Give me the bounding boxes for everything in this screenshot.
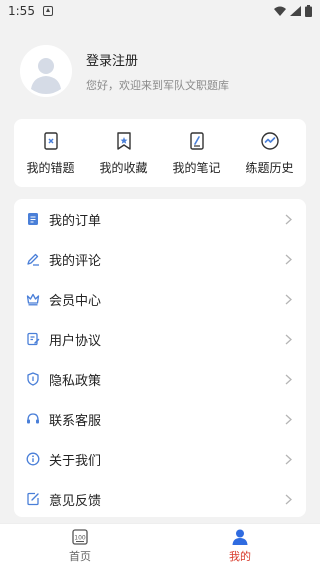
notes-icon	[189, 131, 204, 150]
status-bar: 1:55	[0, 0, 320, 22]
shield-icon	[27, 372, 39, 386]
profile-header[interactable]: 登录注册 您好，欢迎来到军队文职题库	[20, 44, 310, 98]
login-register-link[interactable]: 登录注册	[86, 50, 229, 69]
menu-item-feedback[interactable]: 意见反馈	[14, 479, 306, 519]
crown-icon	[26, 293, 40, 306]
quick-link-label: 我的笔记	[172, 160, 221, 175]
signal-icon	[290, 6, 301, 16]
menu-item-label: 用户协议	[49, 333, 102, 349]
nav-tab-mine[interactable]: 我的	[160, 524, 320, 568]
quick-link-wrong-questions[interactable]: 我的错题	[14, 119, 87, 187]
menu-item-comments[interactable]: 我的评论	[14, 239, 306, 279]
menu-item-label: 我的订单	[49, 213, 102, 229]
quick-links-card: 我的错题 我的收藏 我的笔记 练题历史	[14, 119, 306, 187]
welcome-text: 您好，欢迎来到军队文职题库	[86, 78, 229, 92]
menu-item-label: 联系客服	[49, 413, 102, 429]
chevron-right-icon	[285, 214, 292, 224]
chevron-right-icon	[285, 494, 292, 504]
order-icon	[28, 213, 38, 225]
history-icon	[260, 131, 279, 150]
menu-item-label: 我的评论	[49, 253, 102, 269]
wifi-icon	[274, 6, 286, 16]
chevron-right-icon	[285, 254, 292, 264]
user-icon	[232, 529, 248, 545]
home-score-icon: 100	[72, 529, 88, 545]
menu-list: 我的订单 我的评论 会员中心 用户协议 隐私政策 联系客服 关于我们 意见反馈	[14, 199, 306, 517]
nav-tab-home[interactable]: 100 首页	[0, 524, 160, 568]
chevron-right-icon	[285, 414, 292, 424]
headset-icon	[27, 413, 39, 424]
menu-item-label: 会员中心	[49, 293, 102, 309]
nav-tab-label: 我的	[229, 550, 251, 563]
favorites-icon	[116, 131, 131, 150]
status-time: 1:55	[8, 4, 35, 18]
quick-link-history[interactable]: 练题历史	[233, 119, 306, 187]
agreement-icon	[27, 332, 40, 346]
menu-item-about-us[interactable]: 关于我们	[14, 439, 306, 479]
status-icons	[274, 5, 312, 17]
menu-item-privacy-policy[interactable]: 隐私政策	[14, 359, 306, 399]
notification-icon	[42, 6, 53, 16]
quick-link-label: 练题历史	[245, 160, 294, 175]
wrong-questions-icon	[43, 131, 58, 150]
menu-item-membership[interactable]: 会员中心	[14, 279, 306, 319]
default-avatar-icon	[20, 45, 72, 97]
menu-item-customer-service[interactable]: 联系客服	[14, 399, 306, 439]
chevron-right-icon	[285, 374, 292, 384]
menu-item-user-agreement[interactable]: 用户协议	[14, 319, 306, 359]
nav-tab-label: 首页	[69, 550, 91, 563]
battery-icon	[305, 5, 312, 17]
chevron-right-icon	[285, 294, 292, 304]
info-icon	[26, 452, 40, 466]
quick-link-favorites[interactable]: 我的收藏	[87, 119, 160, 187]
quick-link-label: 我的收藏	[99, 160, 148, 175]
menu-item-label: 隐私政策	[49, 373, 102, 389]
chevron-right-icon	[285, 454, 292, 464]
menu-item-orders[interactable]: 我的订单	[14, 199, 306, 239]
chevron-right-icon	[285, 334, 292, 344]
quick-link-notes[interactable]: 我的笔记	[160, 119, 233, 187]
comment-icon	[27, 253, 39, 266]
home-icon-text: 100	[74, 535, 86, 542]
menu-item-label: 意见反馈	[49, 493, 102, 509]
avatar[interactable]	[20, 45, 72, 97]
menu-item-label: 关于我们	[49, 453, 102, 469]
bottom-navigation: 100 首页 我的	[0, 523, 320, 568]
quick-link-label: 我的错题	[26, 160, 75, 175]
feedback-icon	[27, 492, 39, 506]
